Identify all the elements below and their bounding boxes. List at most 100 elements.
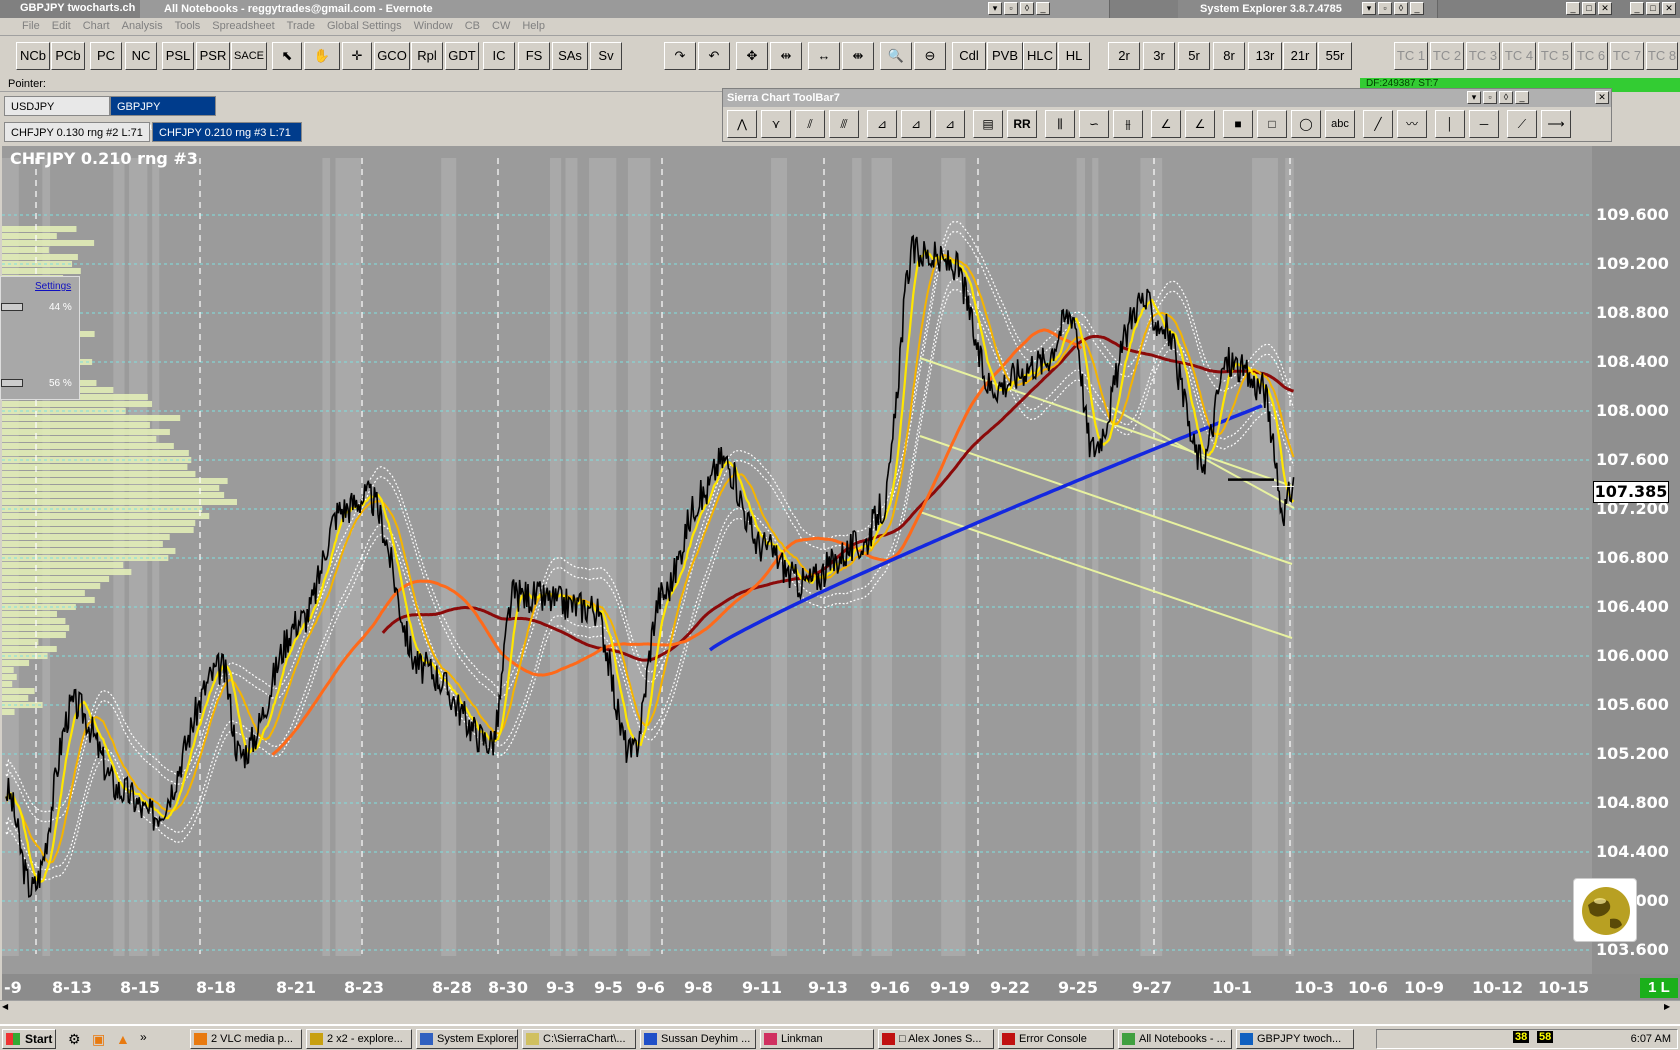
regression-tool-icon[interactable]: ⫻: [829, 110, 859, 138]
taskbar-item[interactable]: C:\SierraChart\...: [522, 1029, 636, 1049]
fib-fan-tool-icon[interactable]: ∠: [1185, 110, 1215, 138]
tc6-button[interactable]: TC 6: [1574, 42, 1608, 70]
menu-edit[interactable]: Edit: [46, 18, 77, 34]
menu-file[interactable]: File: [0, 18, 46, 34]
quicklaunch-icon[interactable]: ▲: [116, 1031, 130, 1047]
tc4-button[interactable]: TC 4: [1502, 42, 1536, 70]
menu-window[interactable]: Window: [408, 18, 459, 34]
tc3-button[interactable]: TC 3: [1466, 42, 1500, 70]
menu-help[interactable]: Help: [516, 18, 551, 34]
hlc-button[interactable]: HLC: [1023, 42, 1057, 70]
menu-analysis[interactable]: Analysis: [116, 18, 169, 34]
pitchfork-tool-icon[interactable]: ⫵: [1113, 110, 1143, 138]
pin-icon[interactable]: ◊: [1499, 91, 1513, 104]
minimize-icon[interactable]: _: [1515, 91, 1529, 104]
tab-chfjpy-0130[interactable]: CHFJPY 0.130 rng #2 L:71: [4, 122, 150, 142]
psl-button[interactable]: PSL: [162, 42, 194, 70]
horizontal-line-tool-icon[interactable]: ─: [1469, 110, 1499, 138]
menu-spreadsheet[interactable]: Spreadsheet: [206, 18, 280, 34]
parallel-lines-tool-icon[interactable]: ⫽: [795, 110, 825, 138]
ic-button[interactable]: IC: [483, 42, 515, 70]
calculator-tool-icon[interactable]: ▤: [973, 110, 1003, 138]
period-21r-button[interactable]: 21r: [1283, 42, 1317, 70]
quicklaunch-icon[interactable]: ▣: [92, 1031, 105, 1048]
pointer-tool-icon[interactable]: ⬉: [272, 42, 302, 70]
menu-tools[interactable]: Tools: [169, 18, 207, 34]
taskbar-item[interactable]: Sussan Deyhim ...: [640, 1029, 756, 1049]
window-minimize-button[interactable]: _: [1566, 2, 1580, 15]
market-profile-tool-icon[interactable]: ⋀: [727, 110, 757, 138]
taskbar-item[interactable]: System Explorer: [416, 1029, 518, 1049]
hl-button[interactable]: HL: [1058, 42, 1090, 70]
window-close-button[interactable]: ✕: [1598, 2, 1612, 15]
menu-chart[interactable]: Chart: [77, 18, 116, 34]
tc2-button[interactable]: TC 2: [1430, 42, 1464, 70]
window-maximize-button[interactable]: □: [1582, 2, 1596, 15]
horizontal-ray-tool-icon[interactable]: ⟶: [1541, 110, 1571, 138]
taskbar-item[interactable]: GBPJPY twoch...: [1236, 1029, 1354, 1049]
fib-ext-tool-icon[interactable]: ⊿: [901, 110, 931, 138]
gco-button[interactable]: GCO: [374, 42, 410, 70]
period-5r-button[interactable]: 5r: [1178, 42, 1210, 70]
close-icon[interactable]: ✕: [1595, 91, 1609, 104]
gdt-button[interactable]: GDT: [445, 42, 479, 70]
dropdown-icon[interactable]: ▾: [988, 2, 1002, 15]
tab-chfjpy-0210[interactable]: CHFJPY 0.210 rng #3 L:71: [152, 122, 302, 142]
app-minimize-button[interactable]: _: [1630, 2, 1644, 15]
dropdown-icon[interactable]: ▾: [1467, 91, 1481, 104]
menu-cb[interactable]: CB: [459, 18, 486, 34]
fib-projection-tool-icon[interactable]: ⊿: [935, 110, 965, 138]
pin-icon[interactable]: ◊: [1020, 2, 1034, 15]
sas-button[interactable]: SAs: [552, 42, 588, 70]
tc5-button[interactable]: TC 5: [1538, 42, 1572, 70]
taskbar-item[interactable]: □ Alex Jones S...: [878, 1029, 994, 1049]
chart-canvas[interactable]: [2, 146, 1592, 974]
zoom-in-icon[interactable]: 🔍: [880, 42, 912, 70]
rectangle-tool-icon[interactable]: □: [1257, 110, 1287, 138]
redo-icon[interactable]: ↷: [664, 42, 696, 70]
zoom-out-icon[interactable]: ⊖: [914, 42, 946, 70]
taskbar-item[interactable]: Linkman: [760, 1029, 874, 1049]
ray-tool-icon[interactable]: ⟋: [1507, 110, 1537, 138]
taskbar-item[interactable]: Error Console: [998, 1029, 1114, 1049]
psr-button[interactable]: PSR: [196, 42, 230, 70]
minimize-icon[interactable]: _: [1036, 2, 1050, 15]
line-tool-icon[interactable]: ╱: [1363, 110, 1393, 138]
dropdown-icon[interactable]: ▾: [1362, 2, 1376, 15]
tab-gbpjpy-twocharts[interactable]: GBPJPY twocharts: [110, 96, 216, 133]
quicklaunch-icon[interactable]: ⚙: [68, 1031, 81, 1048]
app-maximize-button[interactable]: □: [1646, 2, 1660, 15]
fib-retrace-tool-icon[interactable]: ⊿: [867, 110, 897, 138]
vertical-line-tool-icon[interactable]: │: [1435, 110, 1465, 138]
undo-icon[interactable]: ↶: [698, 42, 730, 70]
curve-tool-icon[interactable]: ∽: [1079, 110, 1109, 138]
tc7-button[interactable]: TC 7: [1610, 42, 1644, 70]
hand-tool-icon[interactable]: ✋: [304, 42, 340, 70]
settings-link[interactable]: Settings: [35, 281, 71, 292]
period-2r-button[interactable]: 2r: [1108, 42, 1140, 70]
rr-tool-button[interactable]: RR: [1007, 110, 1037, 138]
period-8r-button[interactable]: 8r: [1213, 42, 1245, 70]
compress-icon[interactable]: ⇼: [842, 42, 874, 70]
tc1-button[interactable]: TC 1: [1394, 42, 1428, 70]
ellipse-tool-icon[interactable]: ◯: [1291, 110, 1321, 138]
gann-fan-tool-icon[interactable]: ∠: [1151, 110, 1181, 138]
cdl-button[interactable]: Cdl: [952, 42, 986, 70]
app-close-button[interactable]: ✕: [1662, 2, 1676, 15]
marker-tool-icon[interactable]: ■: [1223, 110, 1253, 138]
pin-icon[interactable]: ◊: [1394, 2, 1408, 15]
taskbar-item[interactable]: 2 VLC media p...: [190, 1029, 302, 1049]
date-axis[interactable]: -9 8-13 8-15 8-18 8-21 8-23 8-28 8-30 9-3 9-5 9-6 9…: [2, 974, 1680, 1000]
chevron-right-icon[interactable]: »: [140, 1030, 147, 1044]
restore-icon[interactable]: ▫: [1483, 91, 1497, 104]
ncb-button[interactable]: NCb: [16, 42, 50, 70]
menu-global-settings[interactable]: Global Settings: [321, 18, 408, 34]
nc-button[interactable]: NC: [125, 42, 157, 70]
taskbar-item[interactable]: All Notebooks - ...: [1118, 1029, 1232, 1049]
tab-usdjpy-twocharts[interactable]: USDJPY twocharts: [4, 96, 110, 133]
evernote-window-tab[interactable]: All Notebooks - reggytrades@gmail.com - …: [140, 0, 1110, 18]
price-chart[interactable]: CHFJPY 0.210 rng #3: [2, 146, 1592, 974]
rpl-button[interactable]: Rpl: [411, 42, 443, 70]
price-axis[interactable]: 109.600 109.200 108.800 108.400 108.000 107.6…: [1592, 146, 1680, 974]
period-13r-button[interactable]: 13r: [1248, 42, 1282, 70]
